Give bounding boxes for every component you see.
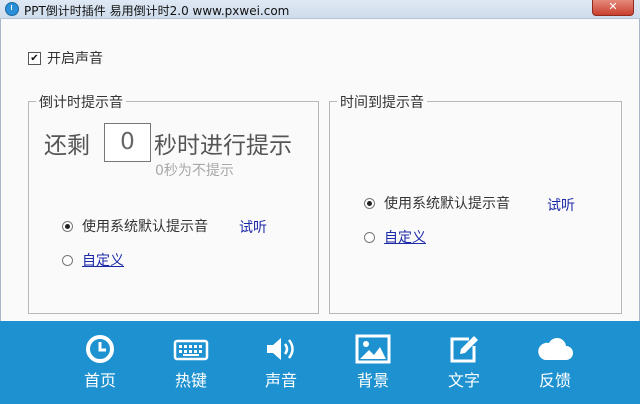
seconds-suffix-label: 秒时进行提示 <box>154 133 292 159</box>
cloud-icon <box>538 338 573 360</box>
background-button[interactable]: 背景 <box>345 334 401 398</box>
app-icon <box>5 2 19 16</box>
hotkey-label: 热键 <box>174 371 207 390</box>
background-label: 背景 <box>356 371 389 390</box>
edit-icon <box>450 336 478 363</box>
bottom-toolbar: 首页 热键 声音 背景 文字 反馈 <box>0 321 640 404</box>
settings-panel: ✔ 开启声音 倒计时提示音 还剩 0 秒时进行提示 0秒为不提示 使用系统默认提示… <box>0 19 640 321</box>
countdown-trial-link[interactable]: 试听 <box>239 217 267 237</box>
home-label: 首页 <box>83 371 116 390</box>
radio-selected[interactable] <box>364 197 375 209</box>
countdown-custom-link[interactable]: 自定义 <box>82 253 124 269</box>
timeup-sound-group: 时间到提示音 使用系统默认提示音 试听 自定义 <box>329 92 622 314</box>
countdown-custom-sound-radio[interactable]: 自定义 <box>62 250 124 270</box>
timeup-custom-sound-radio[interactable]: 自定义 <box>364 227 426 247</box>
feedback-label: 反馈 <box>538 371 571 390</box>
text-button[interactable]: 文字 <box>436 334 492 398</box>
zero-seconds-hint: 0秒为不提示 <box>155 163 234 179</box>
seconds-input[interactable]: 0 <box>104 123 151 162</box>
feedback-button[interactable]: 反馈 <box>527 334 583 398</box>
clock-icon <box>86 335 114 363</box>
speaker-icon <box>267 338 294 360</box>
window-title: PPT倒计时插件 易用倒计时2.0 www.pxwei.com <box>24 4 290 18</box>
timeup-custom-link[interactable]: 自定义 <box>384 230 426 246</box>
timeup-default-sound-radio[interactable]: 使用系统默认提示音 <box>364 193 510 213</box>
hotkey-button[interactable]: 热键 <box>163 334 219 398</box>
countdown-default-sound-label: 使用系统默认提示音 <box>82 219 208 235</box>
countdown-sound-group: 倒计时提示音 还剩 0 秒时进行提示 0秒为不提示 使用系统默认提示音 试听 自… <box>28 92 319 314</box>
checkbox-box[interactable]: ✔ <box>28 51 41 65</box>
close-button[interactable]: ✕ <box>592 0 634 16</box>
home-button[interactable]: 首页 <box>72 334 128 398</box>
keyboard-icon <box>173 339 209 361</box>
sound-label: 声音 <box>264 371 297 390</box>
timeup-default-sound-label: 使用系统默认提示音 <box>384 196 510 212</box>
radio-unselected[interactable] <box>62 254 73 266</box>
countdown-group-title: 倒计时提示音 <box>36 92 126 112</box>
enable-sound-checkbox[interactable]: ✔ 开启声音 <box>28 48 103 68</box>
radio-unselected[interactable] <box>364 231 375 243</box>
sound-button[interactable]: 声音 <box>253 334 309 398</box>
enable-sound-label: 开启声音 <box>47 51 103 67</box>
radio-selected[interactable] <box>62 220 73 232</box>
timeup-group-title: 时间到提示音 <box>337 92 427 112</box>
title-bar: PPT倒计时插件 易用倒计时2.0 www.pxwei.com ✕ <box>0 0 640 19</box>
text-label: 文字 <box>447 371 480 390</box>
image-icon <box>355 334 391 364</box>
timeup-trial-link[interactable]: 试听 <box>547 195 575 215</box>
countdown-default-sound-radio[interactable]: 使用系统默认提示音 <box>62 216 208 236</box>
remaining-label: 还剩 <box>44 133 90 159</box>
app-window: PPT倒计时插件 易用倒计时2.0 www.pxwei.com ✕ ✔ 开启声音 … <box>0 0 640 404</box>
